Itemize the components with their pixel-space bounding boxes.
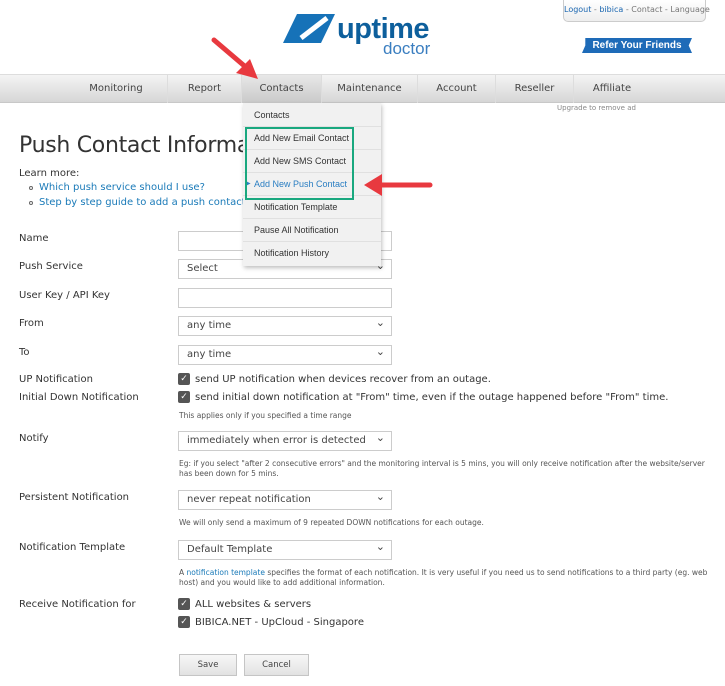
menu-item-notification-history[interactable]: Notification History — [243, 242, 381, 265]
up-notification-label: UP Notification — [19, 374, 93, 385]
contact-link[interactable]: Contact — [631, 5, 662, 14]
menu-item-contacts[interactable]: Contacts — [243, 104, 381, 127]
up-notification-checkbox[interactable]: ✓ — [178, 373, 190, 385]
all-websites-checkbox[interactable]: ✓ — [178, 598, 190, 610]
cancel-button[interactable]: Cancel — [244, 654, 309, 676]
from-value: any time — [187, 320, 232, 331]
annotation-arrow-icon — [364, 174, 433, 196]
bullet-icon — [29, 201, 33, 205]
notify-select[interactable]: immediately when error is detected — [178, 429, 392, 451]
to-value: any time — [187, 349, 232, 360]
nav-account[interactable]: Account — [418, 75, 496, 103]
notify-hint: Eg: if you select "after 2 consecutive e… — [179, 459, 705, 478]
save-button[interactable]: Save — [179, 654, 237, 676]
nav-reseller[interactable]: Reseller — [496, 75, 574, 103]
bibica-server-text: BIBICA.NET - UpCloud - Singapore — [195, 617, 364, 628]
menu-item-pause-all[interactable]: Pause All Notification — [243, 219, 381, 242]
receive-notification-label: Receive Notification for — [19, 599, 136, 610]
user-key-label: User Key / API Key — [19, 290, 110, 301]
initial-down-label: Initial Down Notification — [19, 392, 139, 403]
persistent-notification-value: never repeat notification — [187, 494, 311, 505]
page-title: Push Contact Informat — [19, 133, 244, 158]
learn-more-label: Learn more: — [19, 168, 80, 179]
notification-template-link[interactable]: notification template — [187, 568, 265, 577]
to-label: To — [19, 347, 30, 358]
logout-link[interactable]: Logout — [564, 5, 591, 14]
push-guide-link[interactable]: Step by step guide to add a push contact — [39, 197, 246, 208]
user-link[interactable]: bibica — [599, 5, 623, 14]
language-link[interactable]: Language — [670, 5, 709, 14]
notification-template-select[interactable]: Default Template — [178, 538, 392, 560]
highlight-box — [245, 127, 354, 200]
all-websites-text: ALL websites & servers — [195, 599, 312, 610]
up-notification-text: send UP notification when devices recove… — [195, 374, 491, 385]
user-key-input[interactable] — [178, 288, 392, 308]
uptime-doctor-logo-icon[interactable] — [283, 14, 335, 43]
upgrade-note[interactable]: Upgrade to remove ad — [557, 104, 636, 112]
refer-friends-button[interactable]: Refer Your Friends — [582, 38, 692, 53]
persistent-notification-label: Persistent Notification — [19, 492, 130, 503]
annotation-arrow-icon — [211, 37, 258, 79]
nav-monitoring[interactable]: Monitoring — [65, 75, 168, 103]
nav-affiliate[interactable]: Affiliate — [574, 75, 650, 103]
notification-template-value: Default Template — [187, 544, 273, 555]
notify-value: immediately when error is detected — [187, 435, 366, 446]
push-service-value: Select — [187, 263, 218, 274]
notification-template-label: Notification Template — [19, 542, 126, 553]
main-nav: Monitoring Report Contacts Maintenance A… — [0, 74, 725, 103]
initial-down-text: send initial down notification at "From"… — [195, 392, 669, 403]
name-label: Name — [19, 233, 49, 244]
push-service-help-link[interactable]: Which push service should I use? — [39, 182, 205, 193]
notification-template-hint: A notification template specifies the fo… — [179, 568, 719, 588]
bullet-icon — [29, 186, 33, 190]
notify-label: Notify — [19, 433, 49, 444]
hint-text: A — [179, 568, 187, 577]
push-service-label: Push Service — [19, 261, 83, 272]
from-select[interactable]: any time — [178, 314, 392, 336]
initial-down-checkbox[interactable]: ✓ — [178, 391, 190, 403]
persistent-notification-select[interactable]: never repeat notification — [178, 488, 392, 510]
from-label: From — [19, 318, 44, 329]
nav-maintenance[interactable]: Maintenance — [322, 75, 418, 103]
persistent-notification-hint: We will only send a maximum of 9 repeate… — [179, 518, 484, 527]
initial-down-hint: This applies only if you specified a tim… — [179, 411, 352, 420]
logo-text-doctor: doctor — [383, 39, 431, 58]
bibica-server-checkbox[interactable]: ✓ — [178, 616, 190, 628]
to-select[interactable]: any time — [178, 343, 392, 365]
top-links-bar: Logout - bibica - Contact - Language — [563, 0, 710, 22]
